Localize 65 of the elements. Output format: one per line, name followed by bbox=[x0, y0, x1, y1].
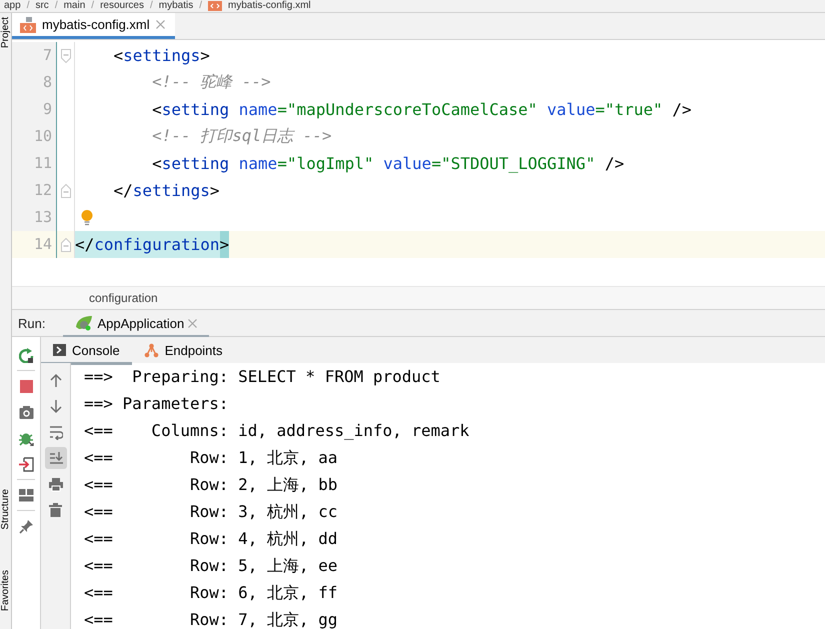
line-number: 7 bbox=[12, 42, 57, 69]
code-line: </configuration> bbox=[75, 231, 230, 258]
code-line: </settings> bbox=[112, 181, 220, 200]
code-line: <setting name="mapUnderscoreToCamelCase" value="true" /> bbox=[151, 100, 692, 119]
arrow-down-icon[interactable] bbox=[48, 398, 62, 414]
pin-icon[interactable] bbox=[18, 518, 34, 534]
trash-icon[interactable] bbox=[48, 502, 62, 518]
camera-icon[interactable] bbox=[18, 404, 34, 420]
xml-file-icon bbox=[20, 16, 36, 32]
code-line: <settings> bbox=[112, 46, 210, 65]
line-number: 10 bbox=[12, 123, 57, 150]
bug-icon[interactable] bbox=[18, 430, 34, 446]
breadcrumb-item[interactable]: mybatis-config.xml bbox=[228, 0, 311, 12]
breadcrumb-separator: / bbox=[54, 0, 58, 12]
tool-window-button[interactable]: Project bbox=[0, 17, 11, 48]
layout-icon[interactable] bbox=[18, 488, 34, 502]
arrow-up-icon[interactable] bbox=[48, 372, 62, 388]
line-number: 11 bbox=[12, 150, 57, 177]
console-line: <== Row: 6, 北京, ff bbox=[84, 582, 339, 604]
console-line: <== Row: 4, 杭州, dd bbox=[84, 528, 339, 550]
soft-wrap-icon[interactable] bbox=[48, 424, 62, 440]
terminal-icon bbox=[53, 344, 66, 356]
console-line: ==> Parameters: bbox=[84, 393, 230, 415]
close-icon[interactable] bbox=[156, 20, 165, 29]
fold-marker-icon[interactable] bbox=[60, 184, 70, 198]
breadcrumb-item[interactable]: app bbox=[4, 0, 21, 12]
spring-leaf-icon bbox=[75, 315, 94, 331]
line-number: 13 bbox=[12, 204, 57, 231]
fold-marker-icon[interactable] bbox=[60, 48, 70, 62]
breadcrumb-item[interactable]: mybatis bbox=[158, 0, 194, 12]
console-line: <== Row: 2, 上海, bb bbox=[84, 474, 339, 496]
code-line: <setting name="logImpl" value="STDOUT_LOGGING" /> bbox=[151, 154, 624, 173]
tool-window-button[interactable]: Favorites bbox=[0, 570, 11, 611]
breadcrumb-separator: / bbox=[91, 0, 94, 12]
stop-icon[interactable] bbox=[18, 378, 34, 394]
console-line: <== Row: 7, 北京, gg bbox=[84, 609, 339, 629]
console-line: <== Row: 5, 上海, ee bbox=[84, 555, 339, 577]
breadcrumb-item[interactable]: resources bbox=[100, 0, 144, 12]
exit-icon[interactable] bbox=[18, 456, 34, 472]
fold-marker-icon[interactable] bbox=[60, 238, 70, 252]
console-line: <== Columns: id, address_info, remark bbox=[84, 420, 470, 442]
line-number: 12 bbox=[12, 177, 57, 204]
code-line: <!-- 驼峰 --> bbox=[151, 72, 271, 93]
xml-file-icon bbox=[208, 1, 222, 11]
console-line: ==> Preparing: SELECT * FROM product bbox=[84, 366, 442, 388]
console-line: <== Row: 1, 北京, aa bbox=[84, 447, 339, 469]
breadcrumb-separator: / bbox=[199, 0, 202, 12]
breadcrumb-item[interactable]: src bbox=[35, 0, 49, 12]
run-label: Run: bbox=[18, 316, 46, 330]
printer-icon[interactable] bbox=[48, 476, 62, 492]
breadcrumb-separator: / bbox=[26, 0, 30, 12]
tool-window-button[interactable]: Structure bbox=[0, 489, 11, 530]
breadcrumb-separator: / bbox=[150, 0, 153, 12]
scroll-to-end-icon[interactable] bbox=[48, 450, 62, 466]
console-tab[interactable]: Endpoints bbox=[132, 338, 235, 364]
lightbulb-icon[interactable] bbox=[81, 210, 93, 226]
rerun-icon[interactable] bbox=[18, 348, 34, 362]
nodes-icon bbox=[144, 342, 159, 358]
breadcrumb-item[interactable]: main bbox=[64, 0, 86, 12]
line-number: 8 bbox=[12, 69, 57, 96]
breadcrumb-item[interactable]: configuration bbox=[89, 291, 158, 305]
console-line: <== Row: 3, 杭州, cc bbox=[84, 501, 339, 523]
code-line: <!-- 打印sql日志 --> bbox=[151, 126, 332, 147]
line-number: 9 bbox=[12, 96, 57, 123]
editor-tab[interactable]: mybatis-config.xml bbox=[12, 13, 175, 39]
